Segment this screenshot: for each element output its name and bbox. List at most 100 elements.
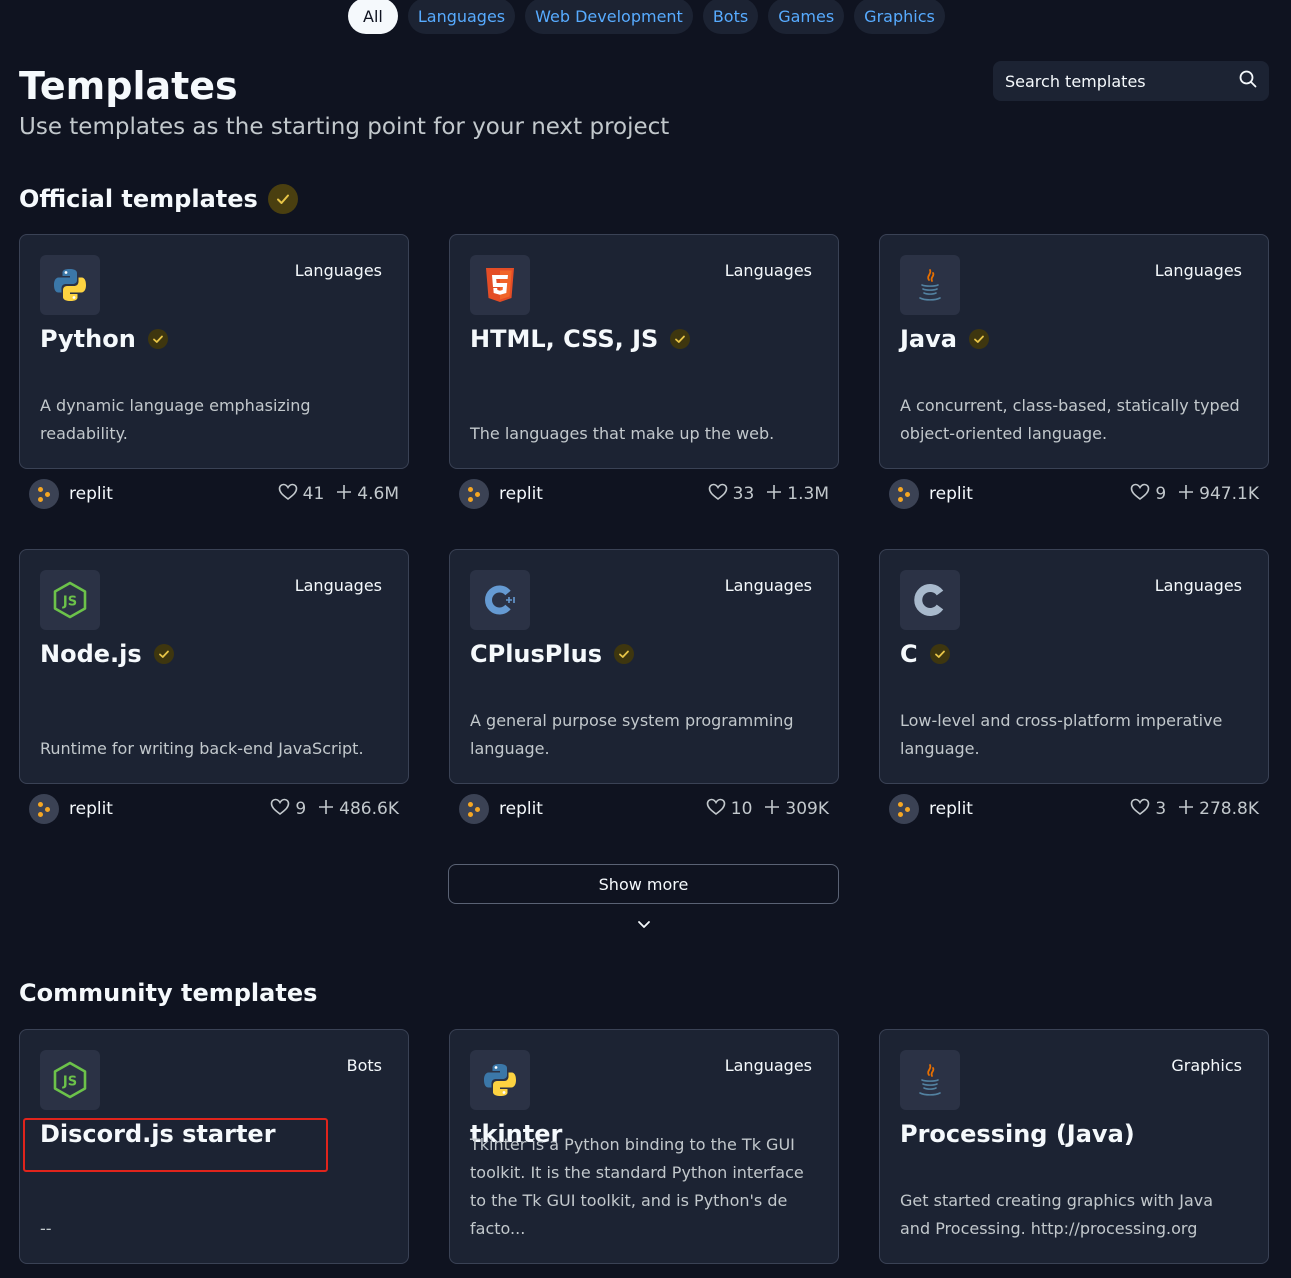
annotation-highlight-box (23, 1118, 328, 1172)
nodejs-icon: JS (40, 1050, 100, 1110)
card-meta-nodejs: replit 9 486.6K (19, 791, 409, 827)
author[interactable]: replit (459, 794, 543, 824)
replit-avatar (459, 794, 489, 824)
card-stats: 9 486.6K (270, 798, 399, 821)
chevron-down-icon[interactable] (636, 916, 652, 936)
plus-icon (318, 799, 334, 820)
card-title-text: HTML, CSS, JS (470, 325, 659, 353)
filter-chip-web-development[interactable]: Web Development (525, 0, 693, 34)
filter-chip-graphics[interactable]: Graphics (854, 0, 945, 34)
like-count: 41 (302, 484, 325, 504)
like-count: 3 (1155, 799, 1167, 819)
card-title-text: Python (40, 325, 136, 353)
plus-icon (766, 484, 782, 505)
show-more-button[interactable]: Show more (448, 864, 839, 904)
fork-count: 486.6K (339, 799, 399, 819)
verified-check-icon (147, 329, 168, 349)
card-description: The languages that make up the web. (470, 424, 775, 443)
replit-avatar (459, 479, 489, 509)
fork-stat: 1.3M (766, 484, 829, 505)
template-card-c[interactable]: Languages C Low-level and cross-platform… (879, 549, 1269, 784)
verified-check-icon (267, 184, 298, 214)
fork-count: 1.3M (787, 484, 829, 504)
heart-icon (706, 798, 726, 821)
card-stats: 3 278.8K (1130, 798, 1259, 821)
author[interactable]: replit (29, 794, 113, 824)
card-meta-c: replit 3 278.8K (879, 791, 1269, 827)
svg-text:JS: JS (62, 1075, 77, 1090)
card-stats: 9 947.1K (1130, 483, 1259, 506)
template-card-nodejs[interactable]: JS Languages Node.js Runtime for writing… (19, 549, 409, 784)
card-title-text: C (900, 640, 918, 668)
like-stat[interactable]: 9 (1130, 483, 1166, 506)
like-stat[interactable]: 41 (278, 483, 325, 506)
heart-icon (708, 483, 728, 506)
fork-count: 4.6M (357, 484, 399, 504)
author-name: replit (499, 484, 543, 504)
card-description: -- (40, 1219, 52, 1238)
card-title: CPlusPlus (470, 640, 634, 668)
card-title: Processing (Java) (900, 1120, 1135, 1148)
replit-avatar (29, 479, 59, 509)
template-card-html-css-js[interactable]: Languages HTML, CSS, JS The languages th… (449, 234, 839, 469)
template-card-java[interactable]: Languages Java A concurrent, class-based… (879, 234, 1269, 469)
author-name: replit (929, 484, 973, 504)
nodejs-icon: JS (40, 570, 100, 630)
filter-chip-all[interactable]: All (348, 0, 398, 34)
card-title: C (900, 640, 950, 668)
verified-check-icon (153, 644, 174, 664)
author[interactable]: replit (889, 794, 973, 824)
fork-stat: 4.6M (336, 484, 399, 505)
card-title-text: Node.js (40, 640, 142, 668)
author[interactable]: replit (889, 479, 973, 509)
like-stat[interactable]: 33 (708, 483, 754, 506)
like-count: 9 (1155, 484, 1167, 504)
python-icon (470, 1050, 530, 1110)
author[interactable]: replit (29, 479, 113, 509)
template-card-cplusplus[interactable]: Languages CPlusPlus A general purpose sy… (449, 549, 839, 784)
author-name: replit (929, 799, 973, 819)
verified-check-icon (929, 644, 950, 664)
section-title-label: Official templates (19, 185, 258, 213)
community-templates-heading: Community templates (19, 979, 317, 1007)
card-category: Languages (724, 576, 812, 595)
fork-count: 947.1K (1199, 484, 1259, 504)
cplusplus-icon (470, 570, 530, 630)
verified-check-icon (614, 644, 634, 664)
card-description: Runtime for writing back-end JavaScript. (40, 739, 364, 758)
search-icon[interactable] (1239, 70, 1257, 92)
plus-icon (1178, 799, 1194, 820)
card-stats: 41 4.6M (278, 483, 399, 506)
category-filter-bar: All Languages Web Development Bots Games… (348, 0, 945, 34)
html5-icon (470, 255, 530, 315)
card-title-text: CPlusPlus (470, 640, 602, 668)
filter-chip-languages[interactable]: Languages (407, 0, 516, 34)
template-card-processing-java[interactable]: Graphics Processing (Java) Get started c… (879, 1029, 1269, 1264)
like-stat[interactable]: 10 (706, 798, 752, 821)
card-title: Java (900, 325, 989, 353)
like-stat[interactable]: 3 (1130, 798, 1166, 821)
replit-avatar (889, 794, 919, 824)
template-card-tkinter[interactable]: Languages tkinter Tkinter is a Python bi… (449, 1029, 839, 1264)
card-category: Languages (724, 261, 812, 280)
fork-stat: 486.6K (318, 799, 399, 820)
filter-chip-games[interactable]: Games (768, 0, 845, 34)
card-title-text: Processing (Java) (900, 1120, 1135, 1148)
card-category: Languages (294, 261, 382, 280)
author-name: replit (69, 484, 113, 504)
heart-icon (270, 798, 290, 821)
plus-icon (336, 484, 352, 505)
fork-stat: 309K (764, 799, 829, 820)
card-category: Graphics (1171, 1056, 1242, 1075)
template-card-python[interactable]: Languages Python A dynamic language emph… (19, 234, 409, 469)
author[interactable]: replit (459, 479, 543, 509)
like-stat[interactable]: 9 (270, 798, 306, 821)
search-input[interactable] (1005, 71, 1225, 91)
card-description: Low-level and cross-platform imperative … (900, 711, 1223, 758)
heart-icon (1130, 798, 1150, 821)
plus-icon (764, 799, 780, 820)
card-description: A dynamic language emphasizing readabili… (40, 396, 311, 443)
search-box[interactable] (993, 61, 1269, 101)
filter-chip-bots[interactable]: Bots (702, 0, 759, 34)
heart-icon (278, 483, 298, 506)
